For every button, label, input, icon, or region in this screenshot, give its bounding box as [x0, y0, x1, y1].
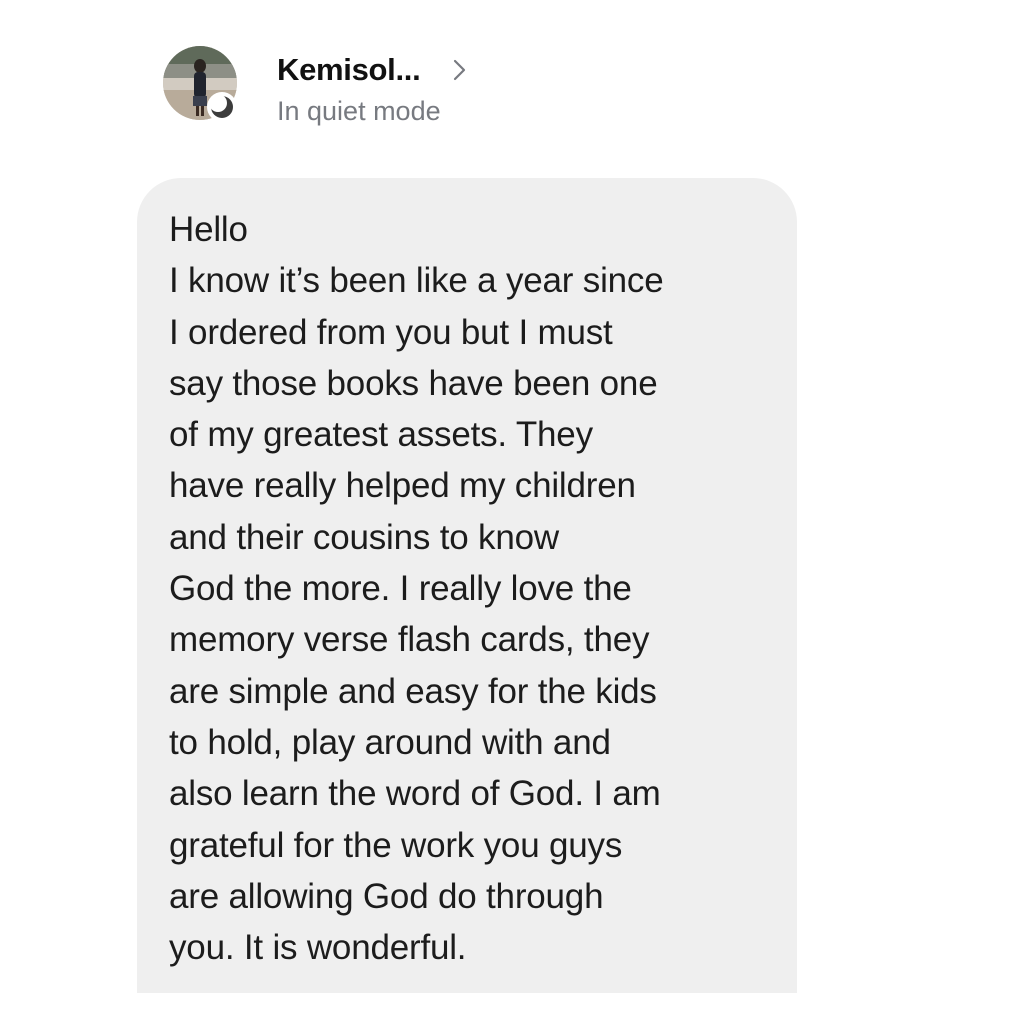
contact-name-row[interactable]: Kemisol...: [277, 50, 468, 90]
message-line: you. It is wonderful.: [169, 928, 467, 968]
quiet-mode-badge: [207, 92, 237, 122]
message-line: also learn the word of God. I am: [169, 774, 661, 814]
message-line: have really helped my children: [169, 466, 636, 506]
message-line: I ordered from you but I must: [169, 312, 613, 352]
message-line: of my greatest assets. They: [169, 415, 593, 455]
contact-status: In quiet mode: [277, 96, 441, 126]
message-line: I know it’s been like a year since: [169, 261, 664, 301]
message-line: are allowing God do through: [169, 876, 604, 916]
crescent-moon-icon: [209, 94, 233, 118]
message-line: are simple and easy for the kids: [169, 671, 657, 711]
message-bubble[interactable]: Hello I know it’s been like a year since I…: [137, 178, 797, 993]
chat-header[interactable]: Kemisol... In quiet mode: [163, 46, 583, 126]
message-line: and their cousins to know: [169, 517, 559, 557]
contact-name: Kemisol...: [277, 52, 421, 87]
message-line: grateful for the work you guys: [169, 825, 623, 865]
message-line: God the more. I really love the: [169, 569, 632, 609]
chevron-right-icon[interactable]: [452, 58, 468, 82]
message-line: to hold, play around with and: [169, 722, 611, 762]
message-text: Hello I know it’s been like a year since I…: [169, 204, 777, 973]
message-line: Hello: [169, 210, 248, 249]
message-line: say those books have been one: [169, 363, 658, 403]
message-line: memory verse flash cards, they: [169, 620, 650, 660]
chat-screen: Kemisol... In quiet mode Hello I know it’…: [0, 0, 1024, 1024]
